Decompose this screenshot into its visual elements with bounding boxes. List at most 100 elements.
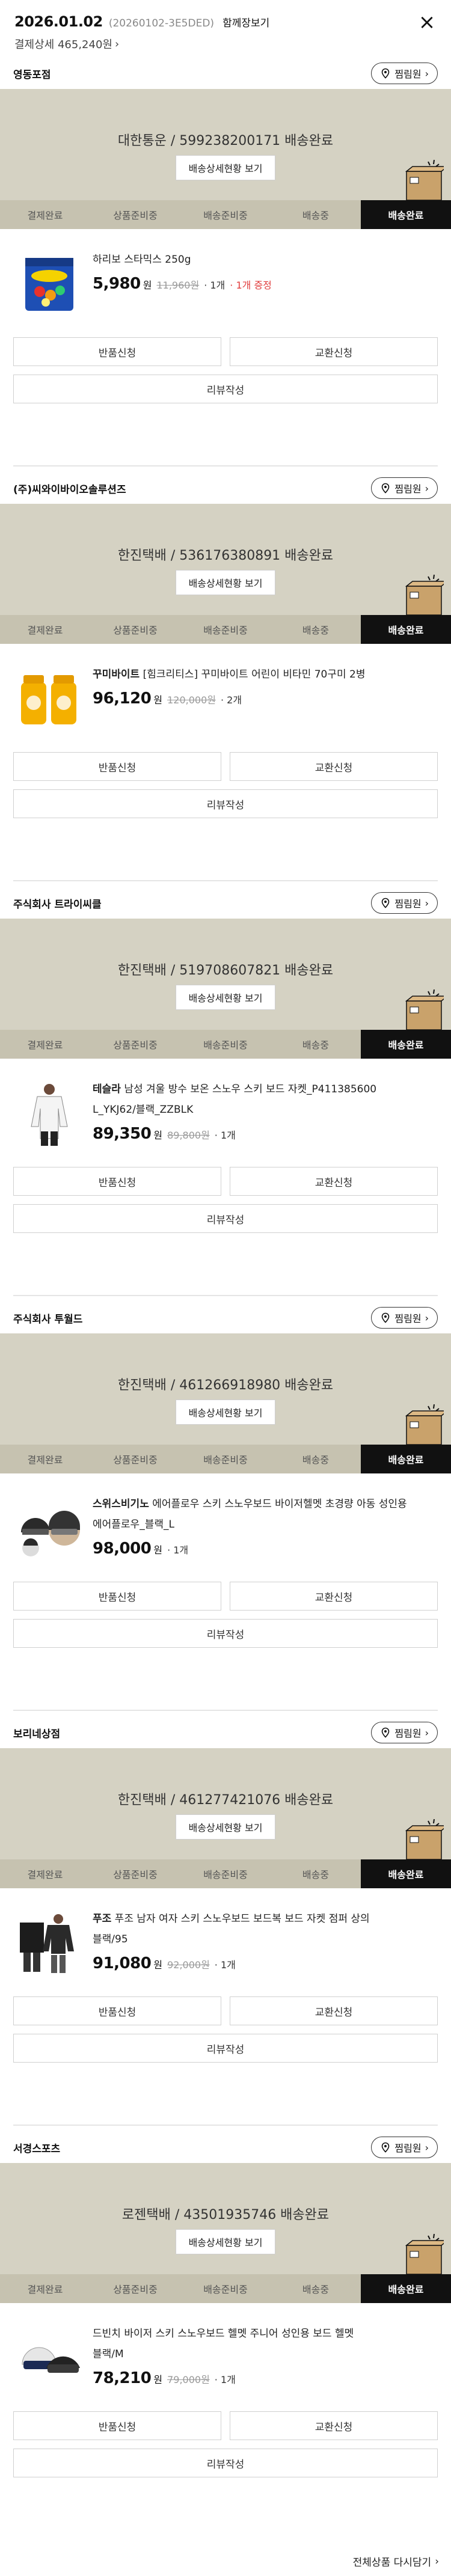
return-request-button[interactable]: 반품신청 xyxy=(13,2411,221,2440)
exchange-request-button[interactable]: 교환신청 xyxy=(230,1582,438,1611)
delivery-detail-button[interactable]: 배송상세현황 보기 xyxy=(176,1814,275,1840)
product-item[interactable]: 드빈치 바이저 스키 스노우보드 헬멧 주니어 성인용 보드 헬멧블랙/M 78… xyxy=(0,2303,451,2393)
product-option: 블랙/95 xyxy=(93,1933,128,1945)
return-request-button[interactable]: 반품신청 xyxy=(13,1167,221,1196)
write-review-button[interactable]: 리뷰작성 xyxy=(13,1204,438,1233)
chevron-right-icon: › xyxy=(435,2555,439,2568)
price-unit: 원 xyxy=(143,280,152,291)
delivery-carrier-text: 한진택배 / 536176380891 배송완료 xyxy=(117,548,334,563)
delivery-detail-button[interactable]: 배송상세현황 보기 xyxy=(176,985,275,1010)
product-quantity: · 1개 xyxy=(214,2374,236,2385)
product-name: 스위스비기노 에어플로우 스키 스노우보드 바이저헬멧 초경량 아동 성인용 에어… xyxy=(93,1494,438,1535)
product-thumbnail[interactable] xyxy=(13,248,85,320)
original-price: 92,000원 xyxy=(167,1959,210,1971)
reorder-all-link[interactable]: 전체상품 다시담기 › xyxy=(0,2547,451,2576)
together-badge: 함께장보기 xyxy=(222,17,270,29)
write-review-button[interactable]: 리뷰작성 xyxy=(13,2034,438,2063)
order-header: 2026.01.02 (20260102-3E5DED) 함께장보기 결제상세 … xyxy=(0,0,451,58)
product-option: 에어플로우_블랙_L xyxy=(93,1519,174,1531)
seller-shop-button[interactable]: 찜림원 › xyxy=(371,1722,438,1743)
product-title: 드빈치 바이저 스키 스노우보드 헬멧 주니어 성인용 보드 헬멧 xyxy=(93,2328,354,2340)
step-preparing-shipment: 배송준비중 xyxy=(203,1869,248,1880)
order-detail-page: 2026.01.02 (20260102-3E5DED) 함께장보기 결제상세 … xyxy=(0,0,451,2576)
delivery-detail-button[interactable]: 배송상세현황 보기 xyxy=(176,2229,275,2254)
action-row: 반품신청 교환신청 xyxy=(0,1582,451,1611)
product-item[interactable]: 스위스비기노 에어플로우 스키 스노우보드 바이저헬멧 초경량 아동 성인용 에어… xyxy=(0,1473,451,1564)
original-price: 79,000원 xyxy=(167,2374,210,2385)
product-price: 91,080 xyxy=(93,1954,152,1972)
location-pin-icon xyxy=(382,483,390,494)
seller-name: 영동포점 xyxy=(13,69,51,81)
reorder-all-label: 전체상품 다시담기 xyxy=(352,2557,432,2569)
step-in-transit: 배송중 xyxy=(302,1869,330,1880)
return-request-button[interactable]: 반품신청 xyxy=(13,1582,221,1611)
seller-shop-button[interactable]: 찜림원 › xyxy=(371,1307,438,1329)
return-request-button[interactable]: 반품신청 xyxy=(13,1996,221,2025)
step-preparing-product: 상품준비중 xyxy=(113,1454,158,1466)
write-review-button[interactable]: 리뷰작성 xyxy=(13,789,438,818)
price-unit: 원 xyxy=(153,1959,163,1971)
chevron-right-icon: › xyxy=(425,1312,429,1324)
write-review-button[interactable]: 리뷰작성 xyxy=(13,2449,438,2477)
product-thumbnail[interactable] xyxy=(13,1078,85,1150)
product-brand: 푸조 xyxy=(93,1913,112,1925)
exchange-request-button[interactable]: 교환신청 xyxy=(230,1167,438,1196)
location-pin-icon xyxy=(382,68,390,79)
product-option: 블랙/M xyxy=(93,2348,124,2360)
product-price-row: 98,000 원 · 1개 xyxy=(93,1540,438,1558)
seller-row: 서경스포츠 찜림원 › xyxy=(0,2132,451,2163)
gift-quantity: · 1개 증정 xyxy=(230,280,272,291)
product-thumbnail[interactable] xyxy=(13,1493,85,1565)
price-unit: 원 xyxy=(153,694,163,706)
product-item[interactable]: 테슬라 남성 겨울 방수 보온 스노우 스키 보드 자켓_P411385600 L… xyxy=(0,1059,451,1149)
seller-shop-label: 찜림원 xyxy=(394,898,422,910)
seller-shop-button[interactable]: 찜림원 › xyxy=(371,63,438,84)
delivery-detail-button[interactable]: 배송상세현황 보기 xyxy=(176,155,275,180)
return-request-button[interactable]: 반품신청 xyxy=(13,337,221,366)
write-review-button[interactable]: 리뷰작성 xyxy=(13,1619,438,1648)
close-icon[interactable]: × xyxy=(416,12,438,34)
exchange-request-button[interactable]: 교환신청 xyxy=(230,337,438,366)
exchange-request-button[interactable]: 교환신청 xyxy=(230,752,438,781)
package-box-icon xyxy=(405,159,444,200)
product-item[interactable]: 푸조 푸조 남자 여자 스키 스노우보드 보드복 보드 자켓 점퍼 상의 블랙/9… xyxy=(0,1888,451,1978)
product-brand: 테슬라 xyxy=(93,1083,121,1095)
product-option: L_YKJ62/블랙_ZZBLK xyxy=(93,1104,194,1116)
seller-shop-button[interactable]: 찜림원 › xyxy=(371,477,438,499)
product-thumbnail[interactable] xyxy=(13,2322,85,2394)
payment-detail-link[interactable]: 결제상세 465,240원 › xyxy=(14,36,437,52)
ski-jacket-set-image xyxy=(20,1914,74,1973)
exchange-request-button[interactable]: 교환신청 xyxy=(230,2411,438,2440)
step-preparing-product: 상품준비중 xyxy=(113,1869,158,1880)
delivery-status-box: 대한통운 / 599238200171 배송완료 배송상세현황 보기 결제완료 … xyxy=(0,89,451,229)
product-title: 남성 겨울 방수 보온 스노우 스키 보드 자켓_P411385600 xyxy=(120,1083,377,1095)
seller-section: 주식회사 트라이씨클 찜림원 › 한진택배 / 519708607821 배송완… xyxy=(0,887,451,1302)
product-price: 78,210 xyxy=(93,2369,152,2387)
delivery-status-box: 한진택배 / 461277421076 배송완료 배송상세현황 보기 결제완료 … xyxy=(0,1748,451,1888)
delivery-status-box: 로젠택배 / 43501935746 배송완료 배송상세현황 보기 결제완료 상… xyxy=(0,2163,451,2303)
delivery-detail-button[interactable]: 배송상세현황 보기 xyxy=(176,1400,275,1425)
step-preparing-product: 상품준비중 xyxy=(113,625,158,636)
seller-section: 영동포점 찜림원 › 대한통운 / 599238200171 배송완료 배송상세… xyxy=(0,58,451,473)
order-number: (20260102-3E5DED) xyxy=(108,17,215,29)
chevron-right-icon: › xyxy=(425,1727,429,1739)
ski-jacket-image xyxy=(31,1084,68,1146)
step-preparing-product: 상품준비중 xyxy=(113,1039,158,1051)
product-thumbnail[interactable] xyxy=(13,1908,85,1980)
delivery-detail-button[interactable]: 배송상세현황 보기 xyxy=(176,570,275,595)
seller-shop-button[interactable]: 찜림원 › xyxy=(371,892,438,914)
seller-row: (주)씨와이바이오솔루션즈 찜림원 › xyxy=(0,473,451,504)
exchange-request-button[interactable]: 교환신청 xyxy=(230,1996,438,2025)
product-name: 꾸미바이트 [힘크리티스] 꾸미바이트 어린이 비타민 70구미 2병 xyxy=(93,664,438,685)
write-review-button[interactable]: 리뷰작성 xyxy=(13,375,438,403)
product-item[interactable]: 꾸미바이트 [힘크리티스] 꾸미바이트 어린이 비타민 70구미 2병 96,1… xyxy=(0,644,451,734)
seller-shop-button[interactable]: 찜림원 › xyxy=(371,2137,438,2158)
product-item[interactable]: 하리보 스타믹스 250g 5,980 원 11,960원 · 1개 · 1개 … xyxy=(0,229,451,319)
product-thumbnail[interactable] xyxy=(13,663,85,735)
seller-shop-label: 찜림원 xyxy=(394,2143,422,2154)
payment-detail-label: 결제상세 465,240원 xyxy=(14,38,112,51)
return-request-button[interactable]: 반품신청 xyxy=(13,752,221,781)
step-preparing-shipment: 배송준비중 xyxy=(203,1039,248,1051)
seller-shop-label: 찜림원 xyxy=(394,69,422,80)
step-in-transit: 배송중 xyxy=(302,625,330,636)
